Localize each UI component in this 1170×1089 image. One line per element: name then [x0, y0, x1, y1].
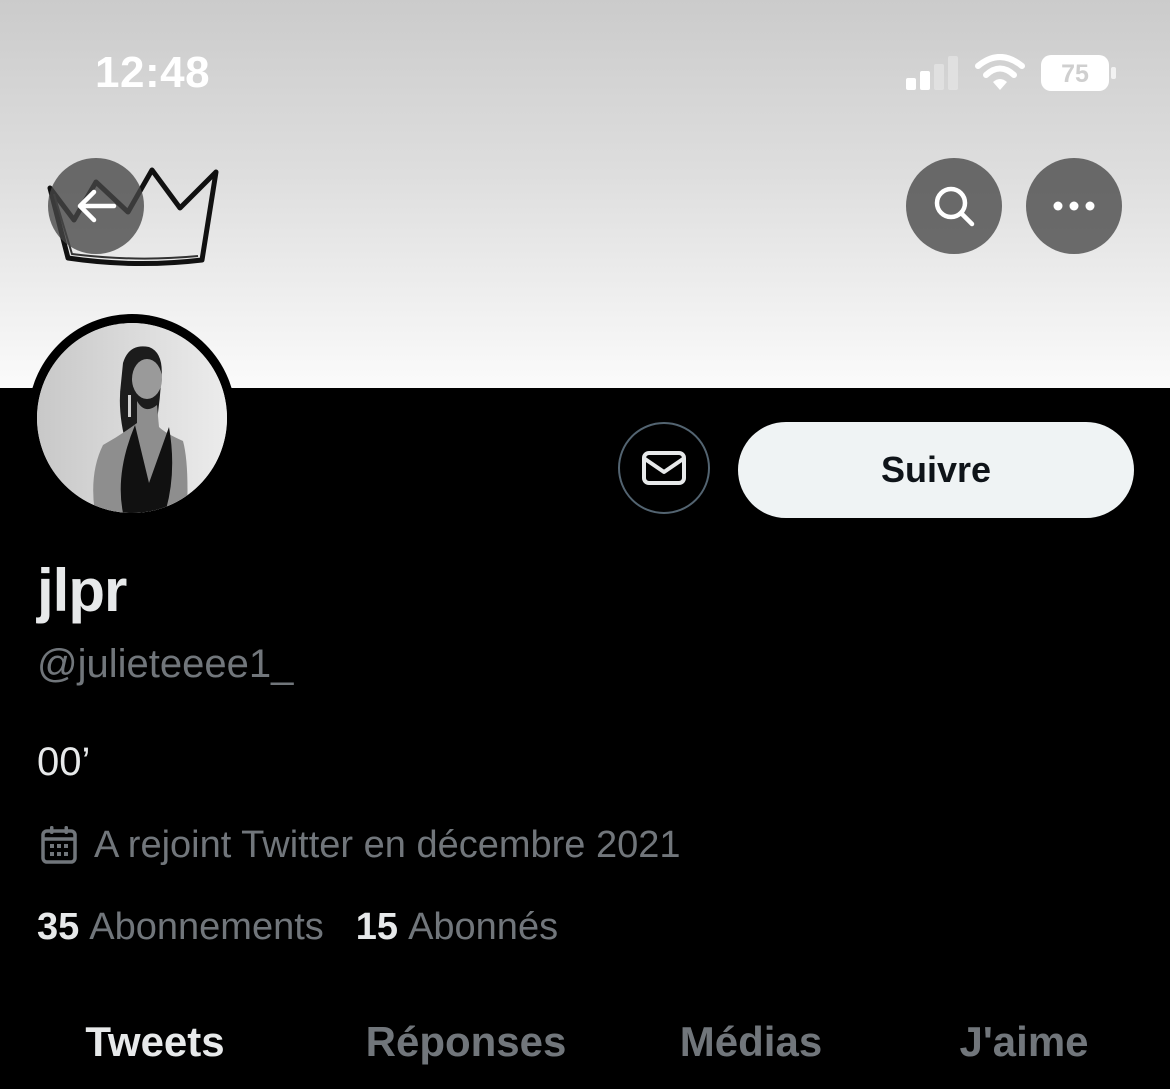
- calendar-icon: [41, 826, 77, 864]
- following-label: Abonnements: [89, 906, 324, 948]
- battery-level: 75: [1061, 60, 1089, 88]
- follow-button[interactable]: Suivre: [738, 422, 1134, 518]
- tab-media[interactable]: Médias: [680, 1018, 822, 1066]
- tab-tweets[interactable]: Tweets: [85, 1018, 224, 1066]
- avatar[interactable]: [37, 323, 227, 513]
- back-button[interactable]: [48, 158, 144, 254]
- handle: @julieteeee1_: [37, 642, 294, 686]
- follow-stats: 35 Abonnements 15 Abonnés: [37, 906, 590, 949]
- message-button[interactable]: [618, 422, 710, 514]
- joined-date: A rejoint Twitter en décembre 2021: [40, 822, 681, 868]
- followers-label: Abonnés: [408, 906, 559, 948]
- status-bar: 12:48 75: [0, 0, 1170, 130]
- profile-tabs: Tweets Réponses Médias J'aime: [0, 1010, 1170, 1089]
- status-time: 12:48: [95, 48, 211, 97]
- more-button[interactable]: [1026, 158, 1122, 254]
- following-count: 35: [37, 906, 80, 948]
- followers-link[interactable]: 15 Abonnés: [356, 906, 558, 949]
- more-icon: [1053, 201, 1095, 211]
- followers-count: 15: [355, 906, 399, 948]
- signal-icon: [906, 56, 958, 90]
- back-arrow-icon: [77, 189, 117, 223]
- battery-icon: 75: [1041, 55, 1116, 91]
- tab-replies[interactable]: Réponses: [366, 1018, 567, 1066]
- following-link[interactable]: 35 Abonnements: [37, 906, 324, 949]
- search-button[interactable]: [906, 158, 1002, 254]
- search-icon: [934, 186, 975, 227]
- display-name: jlpr: [37, 557, 127, 624]
- avatar-photo: [37, 323, 227, 513]
- wifi-icon: [975, 54, 1025, 90]
- bio: 00’: [37, 740, 91, 784]
- joined-text: A rejoint Twitter en décembre 2021: [94, 823, 681, 866]
- mail-icon: [642, 451, 686, 485]
- tab-likes[interactable]: J'aime: [959, 1018, 1088, 1066]
